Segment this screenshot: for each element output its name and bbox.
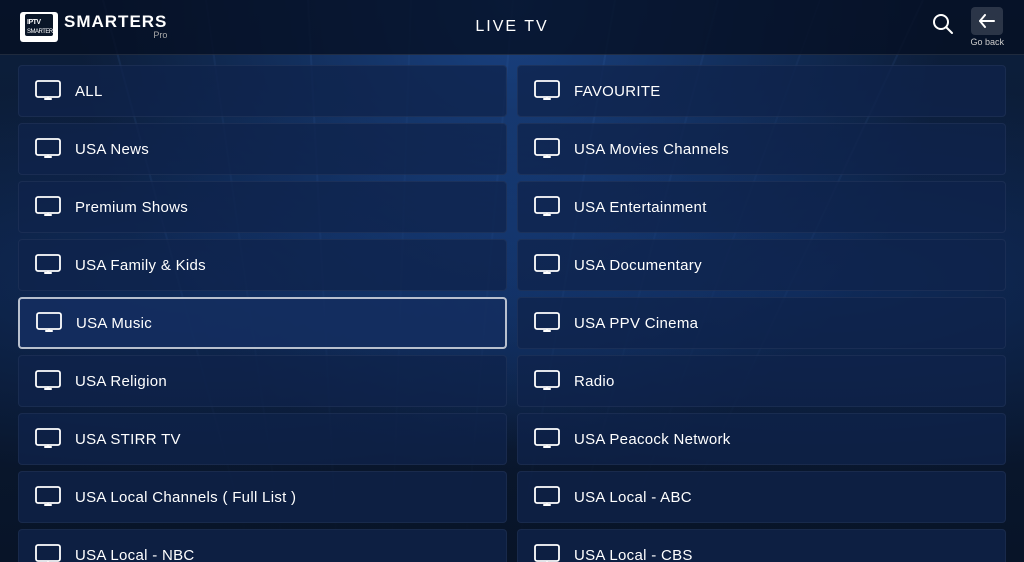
tv-icon bbox=[35, 196, 61, 218]
channel-name: USA News bbox=[75, 141, 149, 158]
logo-smarters-text: SMARTERS bbox=[64, 13, 167, 32]
channel-item-usa-movies[interactable]: USA Movies Channels bbox=[517, 123, 1006, 175]
channel-item-usa-family-kids[interactable]: USA Family & Kids bbox=[18, 239, 507, 291]
tv-icon bbox=[35, 544, 61, 562]
tv-icon bbox=[35, 138, 61, 160]
channel-name: Premium Shows bbox=[75, 199, 188, 216]
channel-name: USA Local - ABC bbox=[574, 489, 692, 506]
tv-icon bbox=[534, 138, 560, 160]
tv-icon bbox=[36, 312, 62, 334]
page-title: LIVE TV bbox=[475, 18, 548, 36]
left-column: ALL USA News Premium Shows USA Family & … bbox=[18, 65, 507, 552]
search-button[interactable] bbox=[932, 13, 954, 41]
channel-name: USA Family & Kids bbox=[75, 257, 206, 274]
svg-text:IPTV: IPTV bbox=[27, 19, 41, 26]
go-back-icon bbox=[971, 7, 1003, 35]
channel-name: USA STIRR TV bbox=[75, 431, 181, 448]
tv-icon bbox=[35, 428, 61, 450]
channel-item-usa-religion[interactable]: USA Religion bbox=[18, 355, 507, 407]
channel-item-usa-local-nbc[interactable]: USA Local - NBC bbox=[18, 529, 507, 562]
channel-item-usa-documentary[interactable]: USA Documentary bbox=[517, 239, 1006, 291]
channel-name: FAVOURITE bbox=[574, 83, 661, 100]
channel-item-usa-ppv-cinema[interactable]: USA PPV Cinema bbox=[517, 297, 1006, 349]
channel-item-usa-local-abc[interactable]: USA Local - ABC bbox=[517, 471, 1006, 523]
tv-icon bbox=[534, 486, 560, 508]
channel-item-usa-entertainment[interactable]: USA Entertainment bbox=[517, 181, 1006, 233]
tv-icon bbox=[534, 312, 560, 334]
channel-name: ALL bbox=[75, 83, 103, 100]
tv-icon bbox=[534, 370, 560, 392]
channel-item-radio[interactable]: Radio bbox=[517, 355, 1006, 407]
channel-name: Radio bbox=[574, 373, 615, 390]
header: IPTV SMARTERS SMARTERS Pro LIVE TV Go ba… bbox=[0, 0, 1024, 55]
channel-name: USA PPV Cinema bbox=[574, 315, 698, 332]
tv-icon bbox=[35, 254, 61, 276]
channel-name: USA Local - CBS bbox=[574, 547, 693, 562]
channel-item-usa-news[interactable]: USA News bbox=[18, 123, 507, 175]
channel-name: USA Entertainment bbox=[574, 199, 707, 216]
tv-icon bbox=[35, 370, 61, 392]
channel-item-usa-local-channels[interactable]: USA Local Channels ( Full List ) bbox=[18, 471, 507, 523]
main-content: ALL USA News Premium Shows USA Family & … bbox=[0, 55, 1024, 562]
go-back-button[interactable]: Go back bbox=[970, 7, 1004, 47]
svg-text:SMARTERS: SMARTERS bbox=[27, 29, 53, 35]
channel-item-premium-shows[interactable]: Premium Shows bbox=[18, 181, 507, 233]
tv-icon bbox=[35, 80, 61, 102]
logo-iptv: IPTV SMARTERS bbox=[20, 12, 58, 42]
tv-icon bbox=[534, 544, 560, 562]
channel-name: USA Peacock Network bbox=[574, 431, 731, 448]
channel-name: USA Local - NBC bbox=[75, 547, 195, 562]
header-actions: Go back bbox=[932, 7, 1004, 47]
right-column: FAVOURITE USA Movies Channels USA Entert… bbox=[517, 65, 1006, 552]
tv-icon bbox=[35, 486, 61, 508]
channel-item-all[interactable]: ALL bbox=[18, 65, 507, 117]
channel-item-usa-music[interactable]: USA Music bbox=[18, 297, 507, 349]
channel-item-favourite[interactable]: FAVOURITE bbox=[517, 65, 1006, 117]
channel-name: USA Documentary bbox=[574, 257, 702, 274]
tv-icon bbox=[534, 196, 560, 218]
logo-pro-text: Pro bbox=[64, 31, 167, 41]
tv-icon bbox=[534, 428, 560, 450]
logo: IPTV SMARTERS SMARTERS Pro bbox=[20, 12, 167, 42]
channel-name: USA Local Channels ( Full List ) bbox=[75, 489, 296, 506]
tv-icon bbox=[534, 80, 560, 102]
channel-item-usa-local-cbs[interactable]: USA Local - CBS bbox=[517, 529, 1006, 562]
channel-item-usa-stirr-tv[interactable]: USA STIRR TV bbox=[18, 413, 507, 465]
channel-name: USA Religion bbox=[75, 373, 167, 390]
go-back-label: Go back bbox=[970, 37, 1004, 47]
channel-item-usa-peacock[interactable]: USA Peacock Network bbox=[517, 413, 1006, 465]
channel-name: USA Movies Channels bbox=[574, 141, 729, 158]
channel-name: USA Music bbox=[76, 315, 152, 332]
tv-icon bbox=[534, 254, 560, 276]
